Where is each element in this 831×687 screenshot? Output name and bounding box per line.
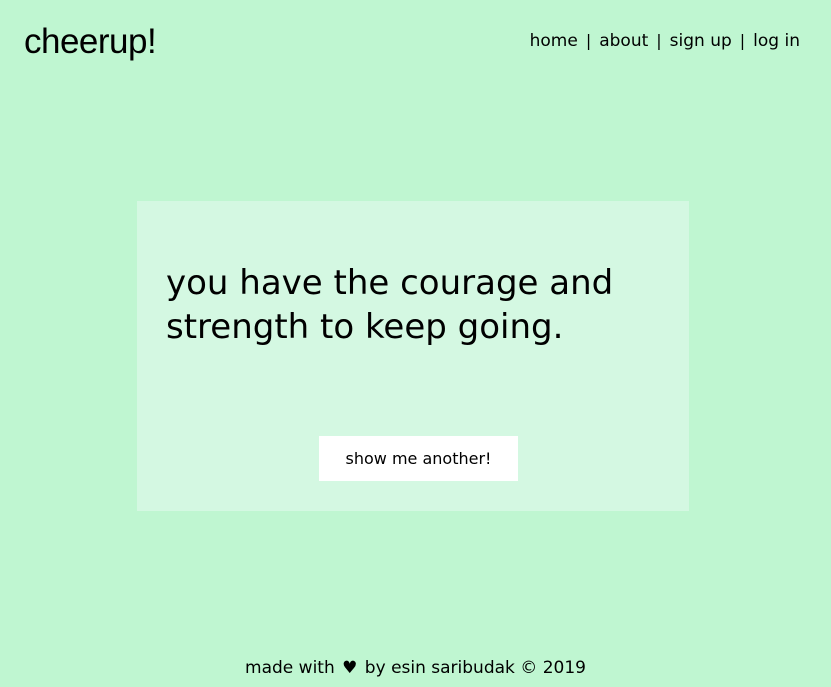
footer-by: by <box>364 658 386 678</box>
nav-login-link[interactable]: log in <box>753 30 800 52</box>
page: cheerup! home | about | sign up | log in… <box>0 0 831 687</box>
footer-author: esin saribudak <box>391 658 515 678</box>
nav-separator: | <box>656 31 662 50</box>
footer: made with ♥ by esin saribudak © 2019 <box>0 656 831 680</box>
footer-made-with: made with <box>245 658 335 678</box>
nav-separator: | <box>739 31 746 50</box>
top-nav: home | about | sign up | log in <box>530 30 800 52</box>
nav-about-link[interactable]: about <box>599 30 648 52</box>
nav-home-link[interactable]: home <box>530 30 578 52</box>
quote-text: you have the courage and strength to kee… <box>166 263 614 347</box>
show-another-button[interactable]: show me another! <box>319 436 518 481</box>
nav-separator: | <box>585 31 592 50</box>
nav-signup-link[interactable]: sign up <box>670 30 732 52</box>
heart-icon: ♥ <box>342 658 358 678</box>
quote-card: you have the courage and strength to kee… <box>137 201 689 511</box>
footer-copyright: © 2019 <box>520 658 586 678</box>
site-logo[interactable]: cheerup! <box>24 20 157 64</box>
